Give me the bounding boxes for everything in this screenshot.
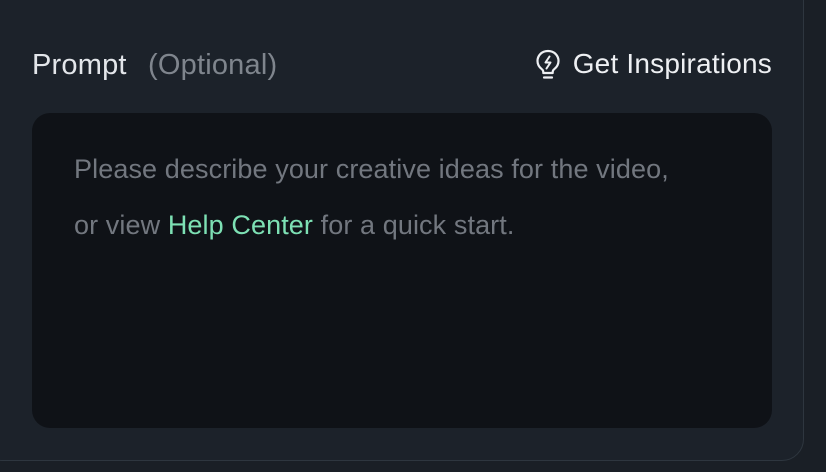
placeholder-line-1: Please describe your creative ideas for … xyxy=(74,154,669,184)
prompt-textarea[interactable]: Please describe your creative ideas for … xyxy=(32,113,772,428)
placeholder-line-2-start: or view xyxy=(74,210,168,240)
lightbulb-icon xyxy=(536,49,560,79)
placeholder-line-2-end: for a quick start. xyxy=(313,210,515,240)
get-inspirations-button[interactable]: Get Inspirations xyxy=(533,46,772,82)
prompt-label: Prompt xyxy=(32,49,127,81)
get-inspirations-label: Get Inspirations xyxy=(572,48,772,79)
prompt-placeholder: Please describe your creative ideas for … xyxy=(74,141,730,253)
help-center-link[interactable]: Help Center xyxy=(168,210,313,240)
optional-label: (Optional) xyxy=(148,49,278,81)
prompt-header: Prompt (Optional) Get Inspirations xyxy=(32,40,772,92)
